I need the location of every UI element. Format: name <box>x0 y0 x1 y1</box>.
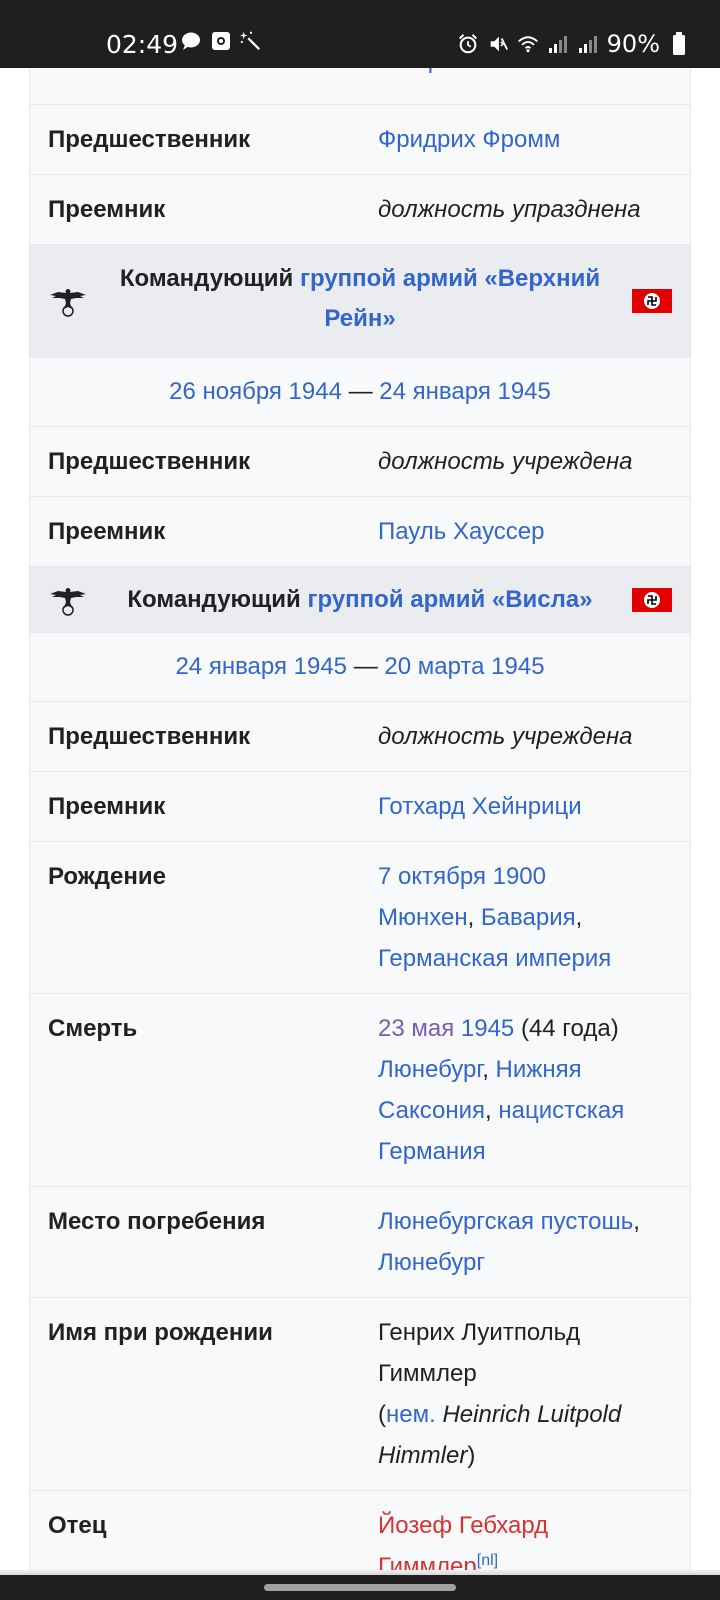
burial-row: Место погребения Люнебургская пустошь, Л… <box>30 1187 690 1298</box>
birth-city-link[interactable]: Мюнхен <box>378 904 468 931</box>
successor-link[interactable]: Пауль Хауссер <box>378 518 545 545</box>
battery-icon <box>668 32 690 55</box>
row-value: должность упразднена <box>378 196 641 223</box>
row-label: Предшественник <box>48 723 251 750</box>
separator: , <box>633 1208 640 1235</box>
birth-name: Генрих Луитпольд Гиммлер <box>378 1319 581 1387</box>
date-link[interactable]: 24 января 1945 <box>175 653 347 680</box>
father-redlink[interactable]: Йозеф Гебхард Гиммлер <box>378 1512 548 1575</box>
row-label: Преемник <box>48 518 166 545</box>
language-link[interactable]: нем. <box>386 1401 436 1428</box>
birth-row: Рождение 7 октября 1900 Мюнхен, Бавария,… <box>30 842 690 994</box>
predecessor-row: Предшественник должность учреждена <box>30 427 690 497</box>
row-label: Смерть <box>48 1015 138 1042</box>
death-age: (44 года) <box>514 1015 619 1042</box>
dates-row: 24 января 1945 — 20 марта 1945 <box>30 633 690 702</box>
mute-icon <box>487 33 509 55</box>
screen-recorder-icon <box>210 30 232 52</box>
status-time: 02:49 <box>106 30 179 59</box>
row-label: Предшественник <box>48 448 251 475</box>
row-value: должность учреждена <box>378 448 633 475</box>
battery-percent: 90% <box>606 30 660 58</box>
death-city-link[interactable]: Люнебург <box>378 1056 482 1083</box>
section-header-vistula: Командующий группой армий «Висла» <box>30 567 690 633</box>
row-label: Отец <box>48 1512 107 1539</box>
successor-link[interactable]: Готхард Хейнрици <box>378 793 582 820</box>
flag-icon <box>632 587 672 612</box>
row-label: Предшественник <box>48 126 251 153</box>
birth-country-link[interactable]: Германская империя <box>378 945 611 972</box>
date-separator: — <box>341 378 380 405</box>
burial-place-link[interactable]: Люнебургская пустошь <box>378 1208 633 1235</box>
date-separator: — <box>347 653 385 680</box>
predecessor-link[interactable]: Фридрих Фромм <box>378 126 560 153</box>
chat-bubble-icon <box>180 30 202 52</box>
date-link[interactable]: 20 марта 1945 <box>384 653 544 680</box>
separator: , <box>482 1056 496 1083</box>
birth-name-row: Имя при рождении Генрих Луитпольд Гиммле… <box>30 1298 690 1491</box>
header-prefix: Командующий <box>127 586 308 613</box>
header-prefix: Командующий <box>119 265 300 292</box>
row-label: Преемник <box>48 196 166 223</box>
wifi-icon <box>517 33 539 55</box>
separator: , <box>467 904 481 931</box>
death-day-link[interactable]: 23 мая <box>378 1015 454 1042</box>
row-label: Преемник <box>48 793 166 820</box>
paren-close: ) <box>467 1442 476 1469</box>
army-group-link[interactable]: группой армий «Висла» <box>307 586 592 613</box>
separator: , <box>485 1097 499 1124</box>
navigation-bar <box>0 1575 720 1600</box>
separator: , <box>575 904 583 931</box>
signal-strength-icon <box>547 33 569 55</box>
death-row: Смерть 23 мая 1945 (44 года) Люнебург, Н… <box>30 994 690 1187</box>
birth-date-link[interactable]: 7 октября 1900 <box>378 863 546 890</box>
successor-row: Преемник Пауль Хауссер <box>30 497 690 567</box>
army-group-link[interactable]: группой армий «Верхний Рейн» <box>300 265 600 332</box>
row-label: Место погребения <box>48 1208 266 1235</box>
signal-strength-icon <box>577 33 599 55</box>
section-header-upper-rhine: Командующий группой армий «Верхний Рейн» <box>30 245 690 358</box>
predecessor-row: Предшественник должность учреждена <box>30 702 690 772</box>
row-label: Рождение <box>48 863 166 890</box>
successor-row: Преемник должность упразднена <box>30 175 690 245</box>
date-link[interactable]: 26 ноября 1944 <box>169 378 342 405</box>
article-content: 21 июля 1944 — 29 апреля 1945 Предшестве… <box>0 0 720 1575</box>
predecessor-row: Предшественник Фридрих Фромм <box>30 105 690 175</box>
successor-row: Преемник Готхард Хейнрици <box>30 772 690 842</box>
interwiki-sup-link[interactable]: [nl] <box>477 1552 498 1569</box>
date-link[interactable]: 24 января 1945 <box>379 378 551 405</box>
row-label: Имя при рождении <box>48 1319 273 1346</box>
eagle-emblem-icon <box>50 587 86 616</box>
eagle-emblem-icon <box>50 289 86 317</box>
magic-wand-icon <box>240 30 262 52</box>
dates-row: 26 ноября 1944 — 24 января 1945 <box>30 358 690 427</box>
burial-city-link[interactable]: Люнебург <box>378 1249 485 1276</box>
home-gesture-handle[interactable] <box>264 1584 456 1591</box>
infobox: 21 июля 1944 — 29 апреля 1945 Предшестве… <box>29 41 691 1575</box>
flag-icon <box>632 289 672 313</box>
status-bar: 02:49 90% <box>0 0 720 68</box>
row-value: должность учреждена <box>378 723 633 750</box>
paren-open: ( <box>378 1401 386 1428</box>
death-year-link[interactable]: 1945 <box>461 1015 514 1042</box>
alarm-clock-icon <box>457 33 479 55</box>
birth-region-link[interactable]: Бавария <box>481 904 576 931</box>
father-row: Отец Йозеф Гебхард Гиммлер[nl] <box>30 1491 690 1575</box>
